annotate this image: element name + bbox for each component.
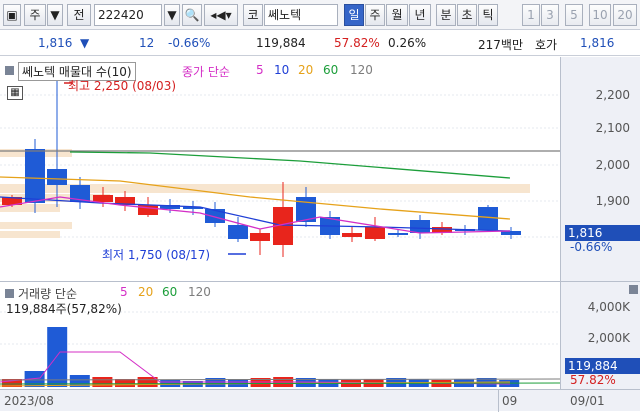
candle-body — [228, 225, 248, 239]
time-axis-label: 09 — [502, 394, 518, 408]
candle-body — [342, 233, 362, 237]
change-arrow-icon: ▼ — [80, 36, 90, 50]
current-price-box: 1,816 — [565, 225, 640, 241]
current-price: 1,816 — [38, 36, 73, 50]
quote-info-bar: 1,816 ▼ 12 -0.66% 119,884 57.82% 0.26% 2… — [0, 31, 640, 56]
time-axis: 2023/08 09 09/01 — [0, 389, 640, 412]
moving-average-line — [0, 196, 511, 232]
volume-value-label: 119,884주(57,82%) — [6, 302, 122, 316]
current-volume-pct: 57.82% — [570, 373, 616, 387]
time-axis-label: 09/01 — [570, 394, 605, 408]
turnover-rate: 0.26% — [388, 36, 427, 50]
ma60-legend: 60 — [323, 63, 339, 77]
candle-body — [478, 207, 498, 230]
candle-body — [205, 209, 225, 223]
interval-button-20[interactable]: 20 — [613, 4, 637, 26]
candle-body — [365, 227, 385, 239]
speaker-icon[interactable]: ◂◀▾ — [204, 4, 238, 26]
menu-button[interactable]: 주 — [24, 4, 46, 26]
volume-axis-tick: 2,000K — [587, 331, 630, 345]
price-axis-tick: 1,900 — [595, 194, 630, 208]
ma-legend-label: 종가 단순 — [182, 65, 230, 79]
interval-button-5[interactable]: 5 — [565, 4, 583, 26]
code-dropdown-icon[interactable]: ▼ — [164, 4, 180, 26]
trade-value: 217백만 — [478, 38, 523, 52]
low-annotation: 최저 1,750 (08/17) — [102, 248, 211, 262]
time-axis-label: 2023/08 — [4, 394, 54, 408]
bid-price: 1,816 — [580, 36, 615, 50]
vol-ma5-legend: 5 — [120, 285, 128, 299]
period-button-week[interactable]: 주 — [365, 4, 385, 26]
vol-ma120-legend: 120 — [188, 285, 211, 299]
high-annotation: 최고 2,250 (08/03) — [68, 79, 177, 93]
period-button-tick[interactable]: 틱 — [478, 4, 498, 26]
period-button-year[interactable]: 년 — [409, 4, 431, 26]
interval-button-1[interactable]: 1 — [522, 4, 540, 26]
candle-body — [250, 233, 270, 241]
volume-profile-bar — [0, 222, 72, 229]
ma5-legend: 5 — [256, 63, 264, 77]
stock-code-input[interactable]: 222420 — [94, 4, 162, 26]
price-axis-tick: 2,200 — [595, 88, 630, 102]
vol-ma60-legend: 60 — [162, 285, 178, 299]
toolbar: ▣ 주 ▼ 전 222420 ▼ 🔍 ◂◀▾ 코 쎄노텍 일 주 월 년 분 초… — [0, 0, 640, 30]
grid-table-icon[interactable]: ▦ — [7, 86, 23, 100]
chart-settings-icon[interactable]: ▣ — [3, 4, 21, 26]
interval-button-10[interactable]: 10 — [589, 4, 611, 26]
candle-body — [410, 220, 430, 233]
collapse-square-icon[interactable] — [5, 66, 14, 75]
candle-body — [388, 233, 408, 235]
current-volume-box: 119,884 — [565, 358, 640, 374]
volume-settings-square-icon[interactable] — [629, 285, 638, 294]
candle-body — [25, 149, 45, 203]
ma120-legend: 120 — [350, 63, 373, 77]
stock-name-field[interactable]: 쎄노텍 — [264, 4, 338, 26]
menu-dropdown-icon[interactable]: ▼ — [47, 4, 63, 26]
volume-chart-svg — [0, 311, 561, 387]
period-button-minute[interactable]: 분 — [436, 4, 456, 26]
volume-bar — [228, 379, 248, 387]
price-axis-tick: 2,000 — [595, 158, 630, 172]
vol-ma20-legend: 20 — [138, 285, 154, 299]
price-axis-tick: 2,100 — [595, 121, 630, 135]
period-button-day[interactable]: 일 — [344, 4, 364, 26]
volume-axis-tick: 4,000K — [587, 300, 630, 314]
search-icon[interactable]: 🔍 — [182, 4, 202, 26]
ma10-legend: 10 — [274, 63, 290, 77]
volume-value: 119,884 — [256, 36, 306, 50]
candle-body — [93, 195, 113, 202]
bid-label: 호가 — [535, 38, 558, 52]
change-percent: -0.66% — [168, 36, 211, 50]
volume-collapse-square-icon[interactable] — [5, 289, 14, 298]
interval-button-3[interactable]: 3 — [541, 4, 559, 26]
volume-chart-pane[interactable] — [0, 282, 561, 389]
market-prefix-button[interactable]: 코 — [243, 4, 263, 26]
volume-bar — [47, 327, 68, 387]
current-change-box: -0.66% — [570, 240, 613, 254]
volume-ratio: 57.82% — [334, 36, 380, 50]
ma20-legend: 20 — [298, 63, 314, 77]
code-label-button[interactable]: 전 — [67, 4, 91, 26]
change-value: 12 — [139, 36, 155, 50]
volume-profile-bar — [0, 231, 60, 238]
candle-body — [47, 169, 67, 185]
period-button-second[interactable]: 초 — [457, 4, 477, 26]
period-button-month[interactable]: 월 — [386, 4, 408, 26]
